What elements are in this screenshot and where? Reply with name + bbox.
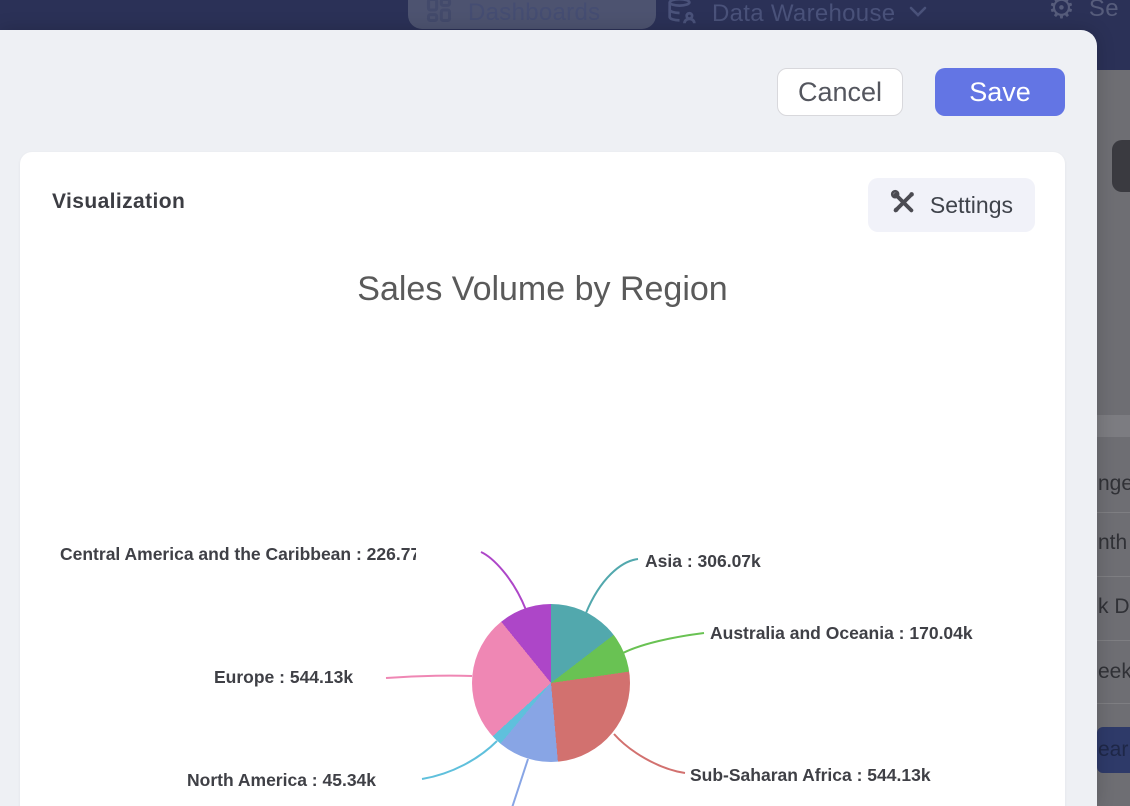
- pie-label-australia-oceania: Australia and Oceania : 170.04k: [710, 623, 973, 644]
- database-user-icon: [666, 0, 698, 31]
- gear-icon: ⚙: [1048, 0, 1075, 24]
- nav-item-dashboards[interactable]: Dashboards: [424, 0, 600, 29]
- background-dark-button-fragment[interactable]: [1112, 140, 1130, 192]
- dashboard-icon: [424, 0, 454, 29]
- clipped-digit: 7: [410, 544, 416, 565]
- list-item-fragment: ear: [1098, 738, 1128, 762]
- pie-label-central-america: Central America and the Caribbean : 226.…: [60, 544, 416, 565]
- list-item-fragment[interactable]: nth: [1098, 531, 1127, 555]
- chart-title: Sales Volume by Region: [20, 270, 1065, 309]
- nav-label-data-warehouse: Data Warehouse: [712, 0, 895, 28]
- settings-button[interactable]: Settings: [868, 178, 1035, 232]
- nav-label-settings: Se: [1089, 0, 1129, 23]
- tools-icon: [890, 189, 917, 221]
- pie-label-asia: Asia : 306.07k: [645, 551, 761, 572]
- background-page-strip: nge nth k D eek ear: [1097, 70, 1130, 806]
- pie-chart[interactable]: [472, 604, 630, 762]
- visualization-modal: Cancel Save Visualization Settings Sales…: [0, 30, 1097, 806]
- pie-label-sub-saharan-africa: Sub-Saharan Africa : 544.13k: [690, 765, 931, 786]
- list-item-selected[interactable]: ear: [1097, 727, 1130, 773]
- list-divider: [1097, 512, 1130, 513]
- list-divider: [1097, 576, 1130, 577]
- nav-label-dashboards: Dashboards: [468, 0, 600, 27]
- pie-label-north-america: North America : 45.34k: [187, 770, 376, 791]
- chevron-down-icon: [909, 5, 927, 23]
- cancel-button[interactable]: Cancel: [777, 68, 903, 116]
- list-item-fragment[interactable]: nge: [1098, 472, 1130, 496]
- nav-item-settings[interactable]: ⚙ Se: [1048, 0, 1129, 24]
- pie-label-europe: Europe : 544.13k: [214, 667, 353, 688]
- list-item-fragment[interactable]: eek: [1098, 660, 1130, 684]
- list-divider: [1097, 640, 1130, 641]
- list-divider: [1097, 703, 1130, 704]
- visualization-card: Visualization Settings Sales Volume by R…: [20, 152, 1065, 806]
- save-button[interactable]: Save: [935, 68, 1065, 116]
- list-item-fragment[interactable]: k D: [1098, 595, 1130, 619]
- card-heading: Visualization: [52, 190, 185, 214]
- nav-item-data-warehouse[interactable]: Data Warehouse: [666, 0, 927, 31]
- background-section-band: [1097, 415, 1130, 437]
- settings-button-label: Settings: [930, 192, 1013, 219]
